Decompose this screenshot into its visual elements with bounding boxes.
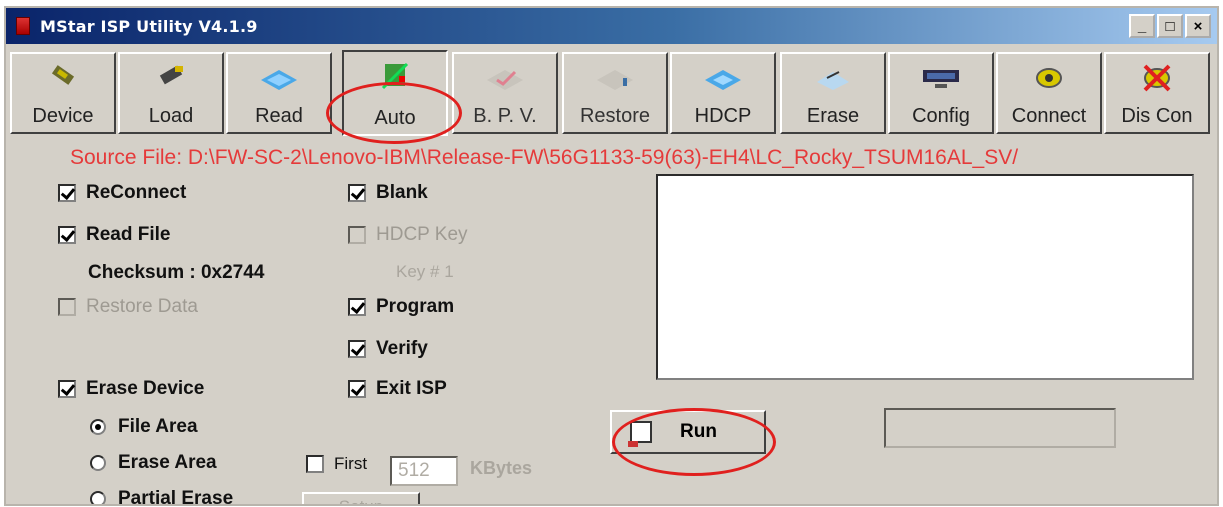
restore-icon bbox=[595, 62, 635, 92]
erase-icon bbox=[813, 62, 853, 92]
checkbox-box[interactable] bbox=[58, 184, 76, 202]
hdcp-button[interactable]: HDCP bbox=[670, 52, 776, 134]
config-button[interactable]: Config bbox=[888, 52, 994, 134]
erase-device-checkbox[interactable]: Erase Device bbox=[58, 378, 204, 400]
load-button[interactable]: Load bbox=[118, 52, 224, 134]
read-board-icon bbox=[259, 62, 299, 92]
device-button[interactable]: Device bbox=[10, 52, 116, 134]
key-number-label: Key # 1 bbox=[396, 262, 454, 281]
minimize-button[interactable]: _ bbox=[1129, 14, 1155, 38]
disconnect-icon bbox=[1137, 62, 1177, 92]
first-kbytes-input[interactable]: 512 bbox=[390, 456, 458, 486]
bpv-button[interactable]: B. P. V. bbox=[452, 52, 558, 134]
radio-button[interactable] bbox=[90, 455, 106, 471]
read-button[interactable]: Read bbox=[226, 52, 332, 134]
close-button[interactable]: × bbox=[1185, 14, 1211, 38]
run-icon bbox=[628, 421, 652, 447]
checkbox-box[interactable] bbox=[348, 184, 366, 202]
checkbox-box[interactable] bbox=[348, 226, 366, 244]
radio-button[interactable] bbox=[90, 419, 106, 435]
erase-area-radio[interactable]: Erase Area bbox=[90, 452, 217, 474]
radio-button[interactable] bbox=[90, 491, 106, 504]
kbytes-label: KBytes bbox=[470, 458, 533, 478]
checkbox-box[interactable] bbox=[58, 380, 76, 398]
partial-erase-radio[interactable]: Partial Erase bbox=[90, 488, 233, 504]
run-button[interactable]: Run bbox=[610, 410, 766, 454]
auto-button[interactable]: Auto bbox=[342, 50, 448, 136]
auto-icon bbox=[375, 60, 415, 90]
load-chip-icon bbox=[151, 62, 191, 92]
exit-isp-checkbox[interactable]: Exit ISP bbox=[348, 378, 447, 400]
first-checkbox[interactable]: First bbox=[306, 454, 367, 474]
checkbox-box[interactable] bbox=[58, 226, 76, 244]
maximize-button[interactable]: □ bbox=[1157, 14, 1183, 38]
disconnect-button[interactable]: Dis Con bbox=[1104, 52, 1210, 134]
checkbox-box[interactable] bbox=[348, 298, 366, 316]
connect-button[interactable]: Connect bbox=[996, 52, 1102, 134]
config-icon bbox=[921, 62, 961, 92]
checksum-label: Checksum : 0x2744 bbox=[88, 262, 265, 283]
log-output-area[interactable] bbox=[656, 174, 1194, 380]
hdcp-key-checkbox[interactable]: HDCP Key bbox=[348, 224, 468, 246]
window-controls: _ □ × bbox=[1129, 14, 1211, 38]
read-file-checkbox[interactable]: Read File bbox=[58, 224, 170, 246]
reconnect-checkbox[interactable]: ReConnect bbox=[58, 182, 186, 204]
source-file-path: Source File: D:\FW-SC-2\Lenovo-IBM\Relea… bbox=[70, 146, 1019, 169]
window-title: MStar ISP Utility V4.1.9 bbox=[40, 16, 258, 36]
toolbar: Device Load Read Auto B. P. V. Restore H… bbox=[6, 46, 1217, 136]
blank-checkbox[interactable]: Blank bbox=[348, 182, 428, 204]
hdcp-icon bbox=[703, 62, 743, 92]
checkbox-box[interactable] bbox=[58, 298, 76, 316]
checkbox-box[interactable] bbox=[348, 340, 366, 358]
setup-button[interactable]: Setup bbox=[302, 492, 420, 504]
program-checkbox[interactable]: Program bbox=[348, 296, 454, 318]
title-bar: MStar ISP Utility V4.1.9 _ □ × bbox=[6, 8, 1217, 44]
bpv-icon bbox=[485, 62, 525, 92]
checkbox-box[interactable] bbox=[306, 455, 324, 473]
app-window: MStar ISP Utility V4.1.9 _ □ × Device Lo… bbox=[4, 6, 1219, 506]
progress-bar bbox=[884, 408, 1116, 448]
restore-data-checkbox[interactable]: Restore Data bbox=[58, 296, 198, 318]
verify-checkbox[interactable]: Verify bbox=[348, 338, 428, 360]
app-icon bbox=[16, 17, 30, 35]
checkbox-box[interactable] bbox=[348, 380, 366, 398]
device-chip-icon bbox=[43, 62, 83, 92]
connect-icon bbox=[1029, 62, 1069, 92]
file-area-radio[interactable]: File Area bbox=[90, 416, 198, 438]
restore-button[interactable]: Restore bbox=[562, 52, 668, 134]
erase-button[interactable]: Erase bbox=[780, 52, 886, 134]
